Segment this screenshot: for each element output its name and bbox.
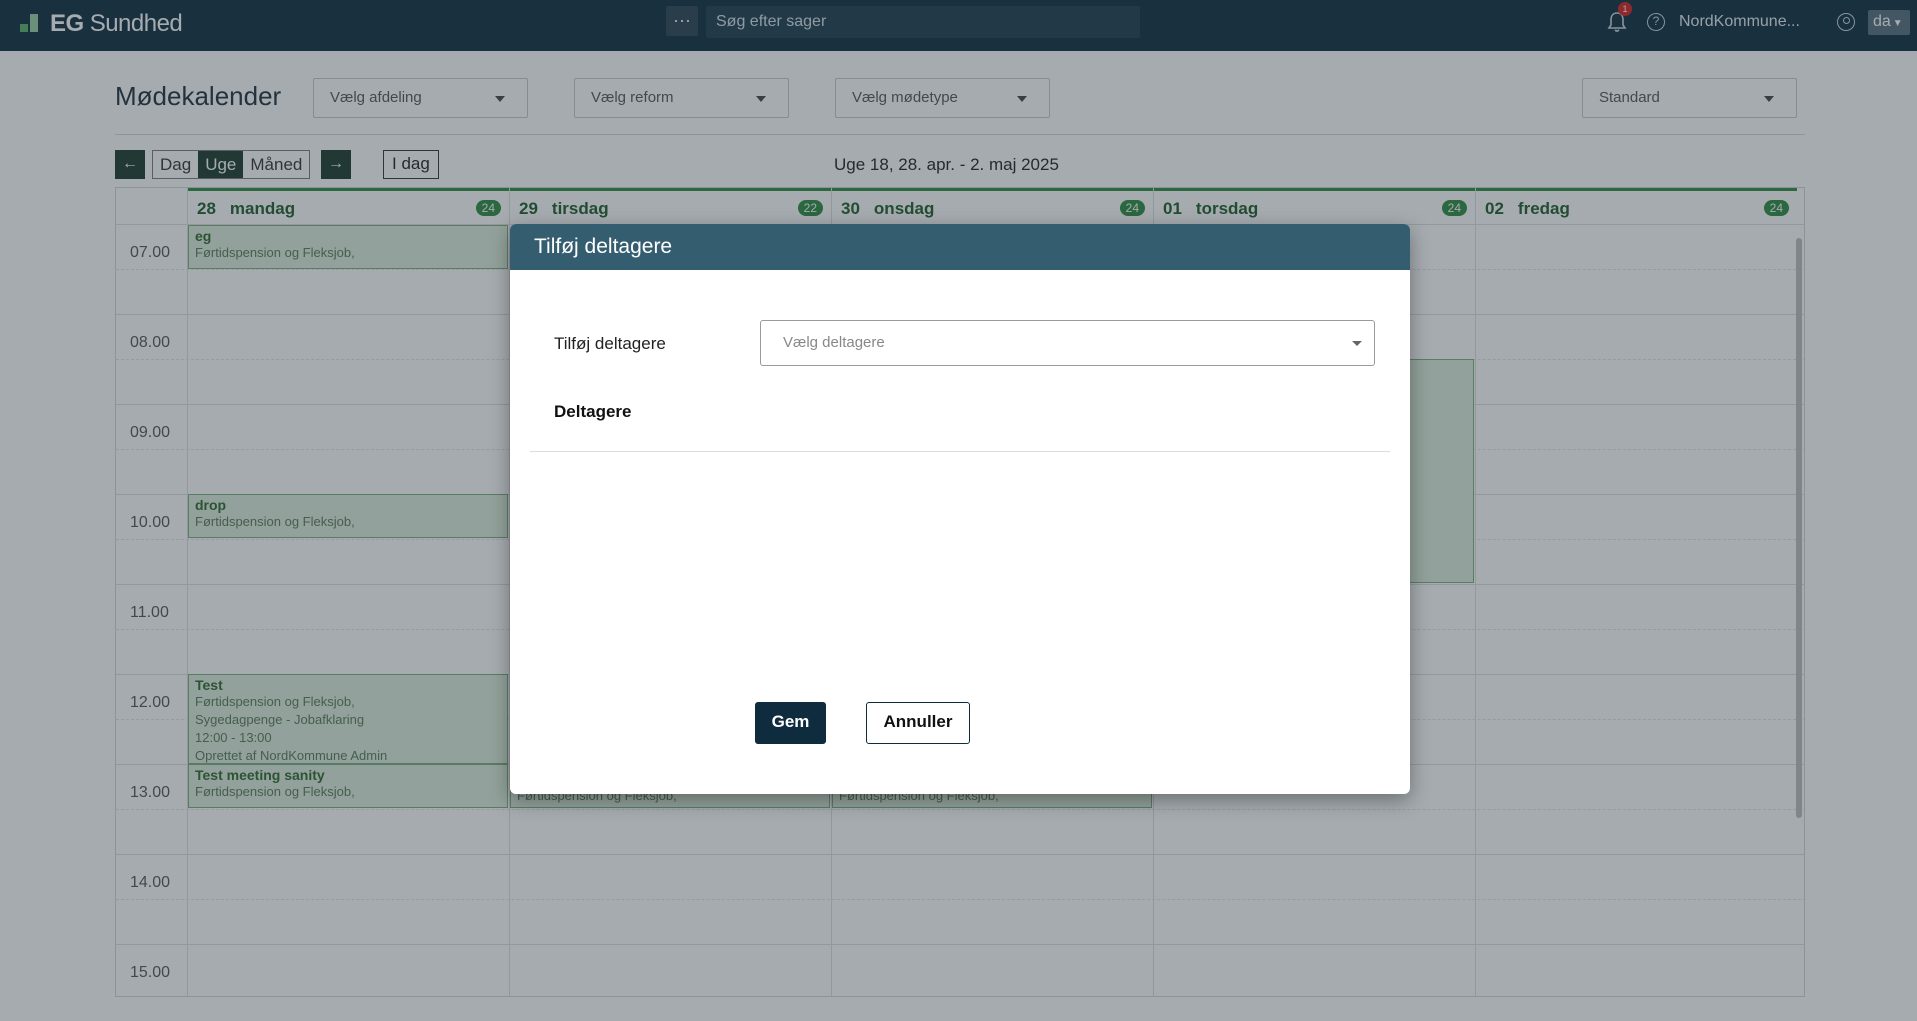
participants-section-title: Deltagere — [554, 402, 632, 421]
participants-select-placeholder: Vælg deltagere — [783, 334, 885, 351]
cancel-button[interactable]: Annuller — [866, 702, 970, 744]
participants-select[interactable]: Vælg deltagere — [760, 320, 1375, 366]
caret-down-icon — [1352, 341, 1362, 346]
participants-field-label: Tilføj deltagere — [554, 334, 666, 353]
add-participants-dialog: Tilføj deltagere Tilføj deltagere Vælg d… — [510, 224, 1410, 794]
dialog-title: Tilføj deltagere — [510, 224, 1410, 270]
divider — [530, 451, 1390, 452]
save-button[interactable]: Gem — [755, 702, 826, 744]
